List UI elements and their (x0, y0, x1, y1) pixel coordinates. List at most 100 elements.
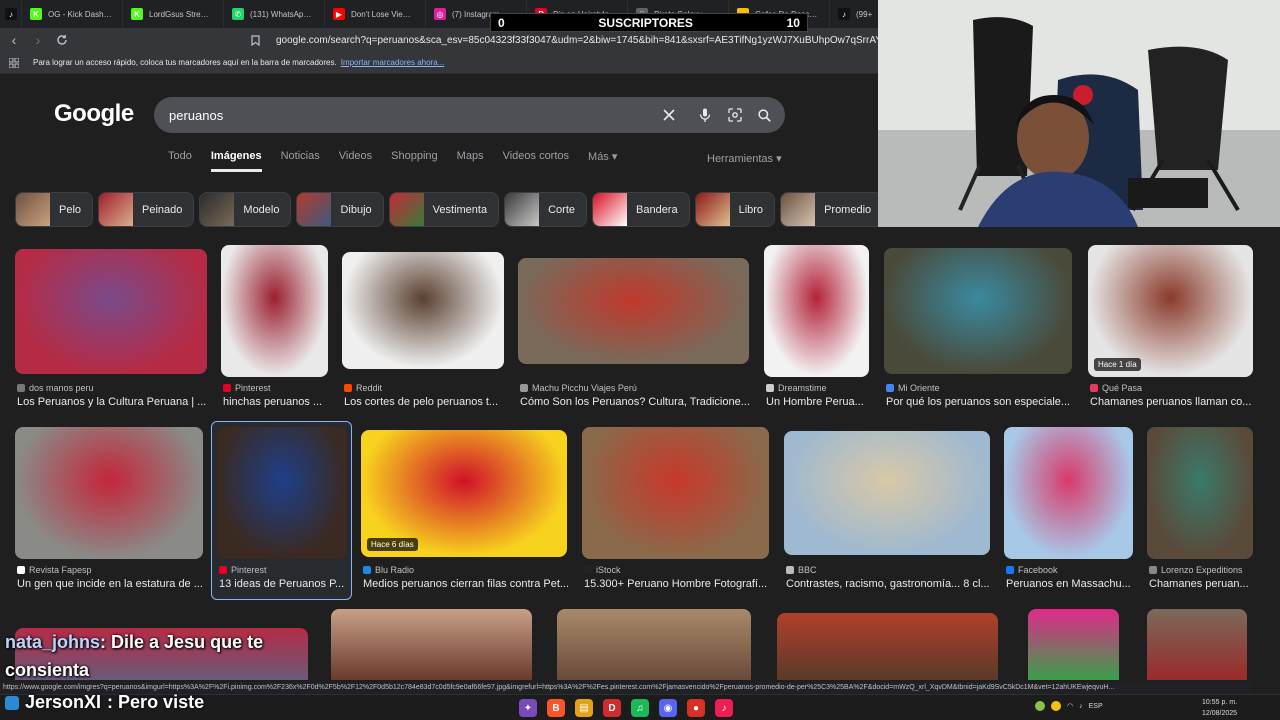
result-source[interactable]: Mi Oriente (886, 383, 940, 393)
refinement-chip[interactable]: Bandera (592, 192, 690, 227)
result-source[interactable]: Machu Picchu Viajes Perú (520, 383, 637, 393)
lens-search-button[interactable] (725, 105, 745, 125)
import-bookmarks-link[interactable]: Importar marcadores ahora... (341, 58, 445, 67)
reload-button[interactable] (52, 30, 72, 50)
volume-icon[interactable]: ♪ (1079, 703, 1083, 710)
result-title[interactable]: Por qué los peruanos son especiale... (886, 396, 1076, 408)
result-title[interactable]: 13 ideas de Peruanos P... (219, 578, 349, 590)
result-source[interactable]: Dreamstime (766, 383, 827, 393)
result-source[interactable]: Lorenzo Expeditions (1149, 565, 1243, 575)
back-button[interactable]: ‹ (4, 30, 24, 50)
address-bar[interactable]: google.com/search?q=peruanos&sca_esv=85c… (270, 31, 878, 49)
result-source[interactable]: dos manos peru (17, 383, 94, 393)
browser-tab[interactable]: K OG - Kick Dashbo... (22, 0, 123, 28)
result-title[interactable]: Contrastes, racismo, gastronomía... 8 cl… (786, 578, 992, 590)
result-title[interactable]: Un Hombre Perua... (766, 396, 872, 408)
result-title[interactable]: Los cortes de pelo peruanos t... (344, 396, 506, 408)
taskbar-app-icon[interactable]: ◉ (659, 699, 677, 717)
taskbar-app-icon[interactable]: D (603, 699, 621, 717)
result-thumbnail[interactable] (518, 258, 749, 364)
result-title[interactable]: hinchas peruanos ... (223, 396, 330, 408)
search-tab[interactable]: Noticias (281, 150, 320, 172)
result-thumbnail[interactable] (1147, 609, 1247, 680)
result-title[interactable]: Cómo Son los Peruanos? Cultura, Tradicio… (520, 396, 752, 408)
result-thumbnail[interactable] (777, 613, 998, 680)
result-source[interactable]: Pinterest (223, 383, 271, 393)
refinement-chip[interactable]: Dibujo (296, 192, 384, 227)
result-thumbnail[interactable] (582, 427, 769, 559)
refinement-chip[interactable]: Promedio (780, 192, 884, 227)
tray-app-icon[interactable] (1035, 701, 1045, 711)
browser-tab[interactable]: ♪ (0, 0, 22, 28)
taskbar-app-icon[interactable]: ✦ (519, 699, 537, 717)
taskbar-clock[interactable]: 10:55 p. m. 12/08/2025 (1202, 697, 1237, 719)
browser-tab[interactable]: K LordGsus Stream - (123, 0, 224, 28)
refinement-chip[interactable]: Corte (504, 192, 587, 227)
keyboard-language[interactable]: ESP (1089, 703, 1103, 710)
result-title[interactable]: Un gen que incide en la estatura de ... (17, 578, 205, 590)
result-title[interactable]: Los Peruanos y la Cultura Peruana | ... (17, 396, 209, 408)
taskbar-app-icon[interactable]: ▤ (575, 699, 593, 717)
result-thumbnail[interactable] (784, 431, 990, 555)
result-thumbnail[interactable] (342, 252, 504, 369)
taskbar-app-icon[interactable]: ♪ (715, 699, 733, 717)
result-source[interactable]: Reddit (344, 383, 382, 393)
result-thumbnail[interactable] (1147, 427, 1253, 559)
result-source[interactable]: Qué Pasa (1090, 383, 1142, 393)
result-source[interactable]: iStock (584, 565, 621, 575)
result-thumbnail[interactable]: Hace 1 día (1088, 245, 1253, 377)
result-thumbnail[interactable] (221, 245, 328, 377)
result-title[interactable]: 15.300+ Peruano Hombre Fotografí... (584, 578, 772, 590)
tools-button[interactable]: Herramientas ▾ (707, 152, 782, 165)
result-thumbnail[interactable] (217, 427, 347, 559)
browser-tab[interactable]: ▶ Don't Lose Viewer... (325, 0, 426, 28)
search-tab[interactable]: Imágenes (210, 150, 262, 172)
refinement-chip[interactable]: Peinado (98, 192, 195, 227)
tray-app-icon[interactable] (1051, 701, 1061, 711)
apps-grid-icon[interactable] (7, 56, 21, 70)
refinement-chip[interactable]: Libro (694, 192, 776, 227)
search-tab[interactable]: Todo (168, 150, 192, 172)
search-tab[interactable]: Más ▾ (588, 150, 617, 172)
taskbar-app-icon[interactable]: ♫ (631, 699, 649, 717)
search-tab[interactable]: Shopping (391, 150, 438, 172)
result-thumbnail[interactable] (1028, 609, 1119, 680)
arrow-right-icon: › (35, 32, 41, 48)
result-source[interactable]: BBC (786, 565, 817, 575)
result-thumbnail[interactable] (557, 609, 751, 680)
result-title[interactable]: Chamanes peruan... (1149, 578, 1258, 590)
refinement-chip[interactable]: Modelo (199, 192, 292, 227)
result-source[interactable]: Pinterest (219, 565, 267, 575)
result-thumbnail[interactable] (884, 248, 1072, 374)
result-title[interactable]: Chamanes peruanos llaman co... (1090, 396, 1258, 408)
result-source[interactable]: Facebook (1006, 565, 1058, 575)
result-thumbnail[interactable] (764, 245, 869, 377)
refinement-chip[interactable]: Pelo (15, 192, 94, 227)
voice-search-button[interactable] (695, 105, 715, 125)
result-title[interactable]: Medios peruanos cierran filas contra Pet… (363, 578, 570, 590)
bookmark-page-button[interactable] (246, 31, 264, 49)
refinement-chip[interactable]: Vestimenta (388, 192, 500, 227)
result-thumbnail[interactable] (15, 249, 207, 374)
result-source[interactable]: Blu Radio (363, 565, 414, 575)
result-thumbnail[interactable]: Hace 6 días (361, 430, 567, 557)
result-thumbnail[interactable] (1004, 427, 1133, 559)
result-thumbnail[interactable] (331, 609, 532, 680)
search-input[interactable] (169, 107, 639, 123)
taskbar-app-icon[interactable]: ● (687, 699, 705, 717)
browser-tab[interactable]: ✆ (131) WhatsApp B... (224, 0, 325, 28)
search-tab[interactable]: Videos cortos (503, 150, 569, 172)
source-name: iStock (596, 565, 621, 575)
clear-search-button[interactable] (659, 105, 679, 125)
search-tab[interactable]: Videos (339, 150, 372, 172)
wifi-icon[interactable]: ◠ (1067, 702, 1073, 710)
search-tab[interactable]: Maps (457, 150, 484, 172)
result-title[interactable]: Peruanos en Massachu... (1006, 578, 1135, 590)
taskbar-app-icon[interactable]: B (547, 699, 565, 717)
google-logo[interactable]: Google (54, 100, 134, 128)
result-source[interactable]: Revista Fapesp (17, 565, 92, 575)
forward-button[interactable]: › (28, 30, 48, 50)
browser-tab[interactable]: ♪ (99+ (830, 0, 878, 28)
result-thumbnail[interactable] (15, 427, 203, 559)
search-submit-button[interactable] (754, 105, 774, 125)
